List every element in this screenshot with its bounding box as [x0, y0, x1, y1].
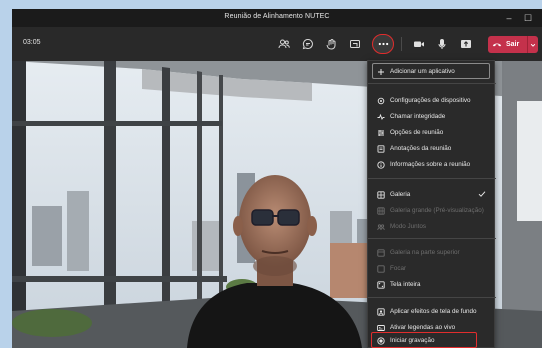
- more-options-menu: Adicionar um aplicativo Configurações de…: [367, 60, 496, 348]
- menu-item-meeting-info[interactable]: Informações sobre a reunião: [368, 157, 496, 172]
- camera-icon[interactable]: [411, 36, 427, 52]
- menu-item-device-settings[interactable]: Configurações de dispositivo: [368, 93, 496, 108]
- menu-divider: [368, 297, 496, 298]
- menu-divider: [368, 178, 496, 179]
- plus-icon: [377, 68, 385, 76]
- menu-divider: [368, 238, 496, 239]
- menu-item-start-recording[interactable]: Iniciar gravação: [368, 333, 496, 348]
- more-options-button[interactable]: [372, 34, 394, 54]
- menu-item-fullscreen[interactable]: Tela inteira: [368, 277, 496, 292]
- captions-icon: [377, 324, 385, 332]
- maximize-button[interactable]: ☐: [519, 11, 537, 25]
- checkmark-icon: [478, 191, 486, 197]
- menu-item-label: Aplicar efeitos de tela de fundo: [390, 308, 477, 315]
- menu-item-label: Adicionar um aplicativo: [390, 68, 455, 75]
- chat-icon[interactable]: [300, 36, 316, 52]
- title-bar: Reunião de Alinhamento NUTEC – ☐: [12, 9, 542, 27]
- meeting-timer: 03:05: [23, 39, 41, 46]
- menu-item-gallery[interactable]: Galeria: [368, 187, 496, 202]
- toolbar-divider: [401, 37, 402, 51]
- menu-item-large-gallery: Galeria grande (Pré-visualização): [368, 203, 496, 218]
- gallery-top-icon: [377, 248, 385, 257]
- phone-hangup-icon: [492, 43, 502, 47]
- menu-item-together-mode: Modo Juntos: [368, 219, 496, 234]
- menu-item-call-health[interactable]: Chamar integridade: [368, 109, 496, 124]
- menu-item-label: Opções de reunião: [390, 129, 444, 136]
- menu-item-focus: Focar: [368, 261, 496, 276]
- menu-item-label: Anotações da reunião: [390, 145, 452, 152]
- leave-button[interactable]: Sair: [488, 36, 538, 53]
- menu-item-meeting-options[interactable]: Opções de reunião: [368, 125, 496, 140]
- mic-icon[interactable]: [434, 36, 450, 52]
- menu-item-label: Iniciar gravação: [390, 337, 435, 344]
- large-gallery-icon: [377, 206, 385, 215]
- leave-options-chevron-icon[interactable]: [527, 36, 538, 53]
- menu-item-label: Modo Juntos: [390, 223, 427, 230]
- fullscreen-icon: [377, 280, 385, 289]
- menu-item-meeting-notes[interactable]: Anotações da reunião: [368, 141, 496, 156]
- menu-item-label: Configurações de dispositivo: [390, 97, 471, 104]
- options-icon: [377, 129, 385, 137]
- meeting-toolbar: 03:05 Sair: [12, 27, 542, 61]
- menu-item-label: Focar: [390, 265, 407, 272]
- menu-item-background-effects[interactable]: Aplicar efeitos de tela de fundo: [368, 304, 496, 319]
- menu-item-label: Galeria grande (Pré-visualização): [390, 207, 484, 214]
- menu-item-label: Tela inteira: [390, 281, 421, 288]
- settings-icon: [377, 97, 385, 105]
- background-effects-icon: [377, 307, 385, 316]
- menu-item-label: Ativar legendas ao vivo: [390, 324, 456, 331]
- record-icon: [377, 336, 385, 345]
- desktop-background: Reunião de Alinhamento NUTEC – ☐ 03:05 S…: [0, 0, 542, 348]
- share-tray-icon[interactable]: [347, 36, 363, 52]
- gallery-icon: [377, 190, 385, 199]
- react-icon[interactable]: [323, 36, 339, 52]
- menu-item-gallery-top: Galeria na parte superior: [368, 245, 496, 260]
- teams-meeting-window: Reunião de Alinhamento NUTEC – ☐ 03:05 S…: [12, 9, 542, 348]
- leave-label: Sair: [506, 41, 520, 48]
- notes-icon: [377, 144, 385, 153]
- people-icon[interactable]: [276, 36, 292, 52]
- window-title: Reunião de Alinhamento NUTEC: [224, 13, 330, 20]
- menu-divider: [368, 83, 496, 84]
- pulse-icon: [377, 113, 385, 121]
- share-screen-icon[interactable]: [458, 36, 474, 52]
- focus-icon: [377, 264, 385, 273]
- menu-item-label: Galeria na parte superior: [390, 249, 460, 256]
- menu-item-label: Informações sobre a reunião: [390, 161, 471, 168]
- together-mode-icon: [377, 223, 385, 231]
- minimize-button[interactable]: –: [500, 11, 518, 25]
- menu-item-add-app[interactable]: Adicionar um aplicativo: [368, 64, 496, 79]
- more-options-icon: [378, 42, 388, 46]
- info-icon: [377, 160, 385, 169]
- menu-item-label: Galeria: [390, 191, 411, 198]
- menu-item-label: Chamar integridade: [390, 113, 446, 120]
